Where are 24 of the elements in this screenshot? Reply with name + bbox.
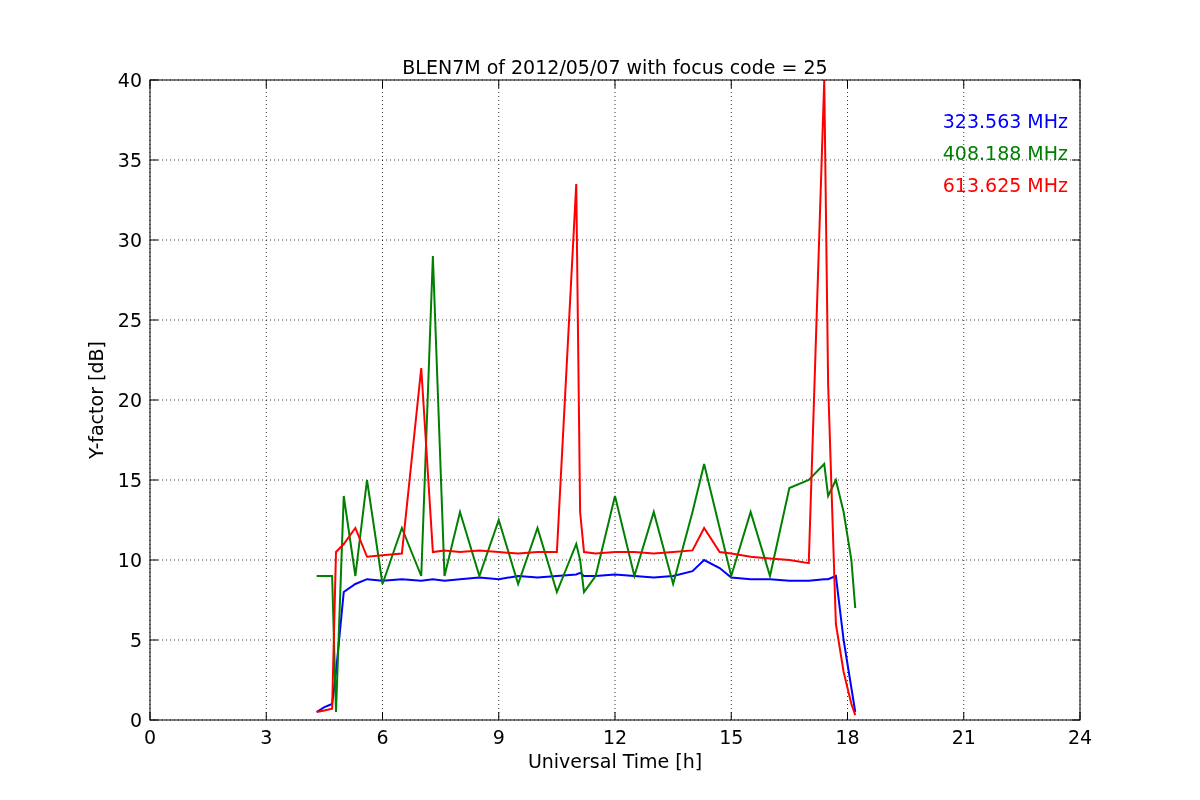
x-tick-label: 3 (260, 726, 273, 748)
x-tick-label: 0 (143, 726, 157, 748)
y-tick-label: 0 (129, 709, 142, 731)
chart-title: BLEN7M of 2012/05/07 with focus code = 25 (402, 56, 828, 78)
legend-label: 408.188 MHz (942, 142, 1068, 164)
legend-label: 613.625 MHz (942, 174, 1068, 196)
y-tick-label: 5 (129, 629, 142, 651)
x-tick-label: 9 (492, 726, 505, 748)
y-tick-label: 40 (117, 69, 142, 91)
x-axis-label: Universal Time [h] (527, 750, 703, 772)
x-tick-label: 6 (376, 726, 389, 748)
y-tick-label: 30 (117, 229, 142, 251)
y-tick-label: 35 (117, 149, 142, 171)
y-tick-label: 25 (117, 309, 142, 331)
x-tick-label: 24 (1067, 726, 1093, 748)
y-axis-label: Y-factor [dB] (85, 341, 107, 459)
x-tick-label: 18 (835, 726, 860, 748)
y-tick-label: 20 (117, 389, 142, 411)
y-tick-label: 15 (117, 469, 142, 491)
x-tick-label: 15 (719, 726, 744, 748)
x-tick-label: 12 (602, 726, 628, 748)
x-tick-label: 21 (951, 726, 976, 748)
y-tick-label: 10 (117, 549, 142, 571)
legend-label: 323.563 MHz (942, 110, 1068, 132)
